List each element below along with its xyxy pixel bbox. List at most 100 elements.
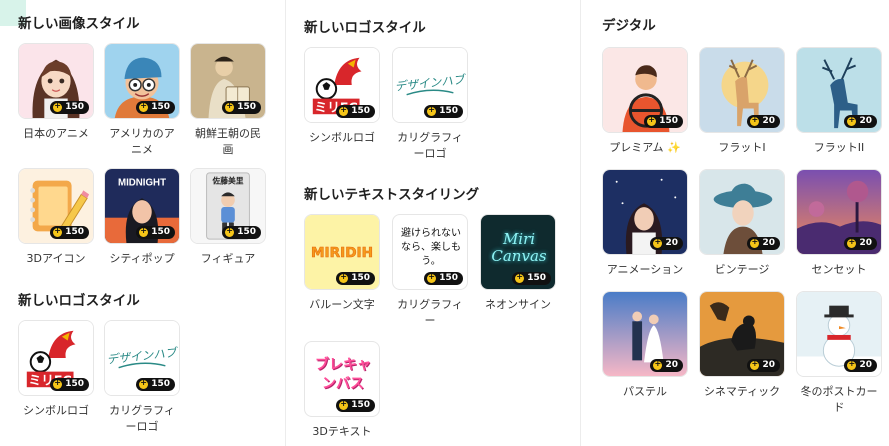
coin-icon [750, 238, 760, 248]
price-badge: 150 [136, 378, 175, 391]
section-title-new-text-styling: 新しいテキストスタイリング [304, 187, 480, 203]
price-badge: 150 [424, 272, 463, 285]
style-card-japanese-anime[interactable]: 150 日本のアニメ [18, 43, 94, 158]
style-card-vintage[interactable]: 20 ビンテージ [699, 169, 785, 278]
coin-icon [427, 106, 437, 116]
style-card-3d-text[interactable]: ブレキャンバス 150 3Dテキスト [304, 341, 380, 440]
style-label: カリグラフィー [397, 298, 463, 327]
style-card-pastel[interactable]: 20 パステル [602, 291, 688, 416]
style-label: 冬のポストカード [800, 385, 878, 414]
style-label: アメリカのアニメ [109, 127, 175, 156]
style-label: アニメーション [606, 263, 684, 276]
style-card-flat-1[interactable]: 20 フラットI [699, 47, 785, 156]
coin-icon [339, 273, 349, 283]
coin-icon [750, 360, 760, 370]
style-card-winter-postcard[interactable]: 20 冬のポストカード [796, 291, 882, 416]
thumbnail: 150 [18, 168, 94, 244]
price-badge: 150 [136, 101, 175, 114]
section-title-new-logo-styles: 新しいロゴスタイル [304, 20, 426, 36]
style-label: フラットI [718, 141, 766, 154]
thumbnail: 150 [190, 43, 266, 119]
style-card-symbol-logo[interactable]: ミリFC 150 シンボルロゴ [18, 320, 94, 435]
style-card-cinematic[interactable]: 20 シネマティック [699, 291, 785, 416]
thumbnail: デザインハブ 150 [104, 320, 180, 396]
price-badge: 150 [336, 272, 375, 285]
price-badge: 20 [650, 237, 683, 250]
style-label: シティポップ [109, 252, 175, 265]
price-badge: 20 [747, 359, 780, 372]
coin-icon [847, 116, 857, 126]
coin-icon [847, 360, 857, 370]
thumbnail: 20 [602, 169, 688, 255]
coin-icon [847, 238, 857, 248]
price-badge: 150 [136, 226, 175, 239]
price-badge: 20 [747, 115, 780, 128]
style-card-3d-icon[interactable]: 150 3Dアイコン [18, 168, 94, 267]
thumbnail: 20 [796, 291, 882, 377]
style-card-american-anime[interactable]: 150 アメリカのアニメ [104, 43, 180, 158]
style-label: センセット [811, 263, 867, 276]
style-card-calligraphy[interactable]: 避けられないなら、楽しもう。 150 カリグラフィー [392, 214, 468, 329]
coin-icon [53, 379, 63, 389]
thumbnail: 150 [602, 47, 688, 133]
3d-text: ブレキャンバス [315, 357, 371, 392]
style-label: 3Dテキスト [312, 425, 372, 438]
price-badge: 20 [844, 115, 877, 128]
coin-icon [653, 238, 663, 248]
section-title-digital: デジタル [602, 18, 656, 34]
coin-icon [653, 360, 663, 370]
calligraphy-text: 避けられないなら、楽しもう。 [401, 228, 461, 267]
price-badge: 150 [222, 226, 261, 239]
coin-icon [515, 273, 525, 283]
price-badge: 20 [844, 359, 877, 372]
thumbnail: MIRIDIH 150 [304, 214, 380, 290]
thumbnail: 20 [699, 169, 785, 255]
coin-icon [225, 102, 235, 112]
style-card-city-pop[interactable]: MIDNIGHT 150 シティポップ [104, 168, 180, 267]
coin-icon [427, 273, 437, 283]
style-card-animation[interactable]: 20 アニメーション [602, 169, 688, 278]
style-label: カリグラフィーロゴ [109, 404, 175, 433]
coin-icon [339, 400, 349, 410]
thumbnail: 20 [699, 47, 785, 133]
style-card-sunset[interactable]: 20 センセット [796, 169, 882, 278]
style-label: シネマティック [703, 385, 781, 398]
style-label: フラットII [813, 141, 865, 154]
style-label: ネオンサイン [485, 298, 551, 311]
style-card-neon-sign[interactable]: Miri Canvas 150 ネオンサイン [480, 214, 556, 329]
price-badge: 150 [336, 399, 375, 412]
coin-icon [139, 102, 149, 112]
style-card-symbol-logo[interactable]: ミリFC 150 シンボルロゴ [304, 47, 380, 162]
coin-icon [139, 227, 149, 237]
thumbnail: Miri Canvas 150 [480, 214, 556, 290]
coin-icon [647, 116, 657, 126]
price-badge: 150 [50, 101, 89, 114]
style-label: プレミアム ✨ [609, 141, 681, 154]
thumbnail: ミリFC 150 [18, 320, 94, 396]
style-label: パステル [623, 385, 667, 398]
style-label: バルーン文字 [309, 298, 375, 311]
style-card-joseon-folk-painting[interactable]: 150 朝鮮王朝の民画 [190, 43, 266, 158]
style-card-balloon-text[interactable]: MIRIDIH 150 バルーン文字 [304, 214, 380, 329]
balloon-text: MIRIDIH [311, 245, 373, 261]
style-card-calligraphy-logo[interactable]: デザインハブ 150 カリグラフィーロゴ [392, 47, 468, 162]
thumbnail: デザインハブ 150 [392, 47, 468, 123]
coin-icon [339, 106, 349, 116]
section-title-new-logo-styles: 新しいロゴスタイル [18, 293, 140, 309]
coin-icon [225, 227, 235, 237]
price-badge: 150 [644, 115, 683, 128]
style-label: 朝鮮王朝の民画 [195, 127, 261, 156]
coin-icon [139, 379, 149, 389]
style-card-flat-2[interactable]: 20 フラットII [796, 47, 882, 156]
style-label: 日本のアニメ [23, 127, 89, 140]
style-card-calligraphy-logo[interactable]: デザインハブ 150 カリグラフィーロゴ [104, 320, 180, 435]
style-label: ビンテージ [714, 263, 770, 276]
column-divider [580, 0, 581, 446]
neon-text: Miri Canvas [491, 230, 547, 265]
image-style-grid: 150 日本のアニメ 150 アメリカのアニメ [18, 43, 276, 267]
price-badge: 20 [747, 237, 780, 250]
coin-icon [53, 102, 63, 112]
style-card-figure[interactable]: 佐藤美里 150 フィギュア [190, 168, 266, 267]
thumbnail: 150 [18, 43, 94, 119]
style-card-premium[interactable]: 150 プレミアム ✨ [602, 47, 688, 156]
